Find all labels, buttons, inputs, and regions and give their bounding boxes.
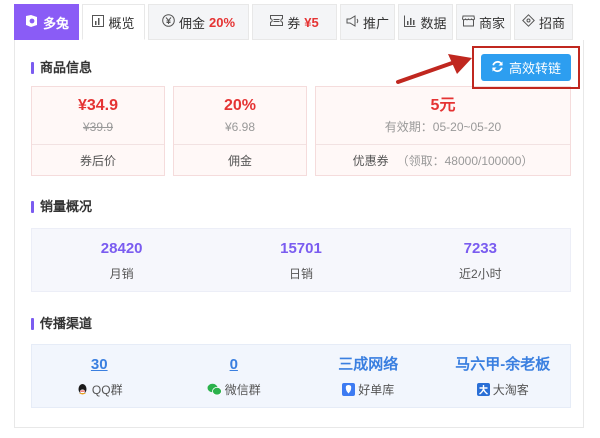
section-title-channels: 传播渠道 — [31, 316, 92, 332]
section-title-product: 商品信息 — [31, 60, 92, 76]
tab-label: 商家 — [478, 15, 505, 31]
tab-label: 概览 — [108, 15, 135, 31]
tag-icon — [522, 14, 535, 30]
commission-amount: ¥6.98 — [224, 119, 256, 134]
original-price: ¥39.9 — [82, 119, 114, 134]
tab-brand[interactable]: 多兔 — [14, 4, 79, 40]
overview-panel: 商品信息 ¥34.9 ¥39.9 券后价 20% ¥6.98 佣金 5元 有效期… — [14, 40, 584, 428]
top-tab-bar: 多兔 概览 佣金 20% 券 ¥5 推广 数据 商家 招商 — [14, 4, 584, 40]
tab-label: 推广 — [362, 15, 389, 31]
coupon-label: 优惠券 — [352, 153, 389, 168]
sales-stats: 28420 月销 15701 日销 7233 近2小时 — [31, 228, 571, 292]
tab-label: 数据 — [420, 15, 447, 31]
chart-icon — [92, 14, 105, 30]
tab-label: 多兔 — [42, 15, 69, 31]
tab-label: 券 — [287, 15, 301, 31]
bar-chart-icon — [404, 15, 416, 30]
commission-label: 佣金 — [174, 144, 306, 175]
coupon-footer: 优惠券 （领取：48000/100000） — [316, 144, 570, 175]
tab-coupon[interactable]: 券 ¥5 — [252, 4, 337, 40]
tab-overview[interactable]: 概览 — [82, 4, 145, 40]
wechat-icon — [207, 383, 222, 396]
coupon-highlight: ¥5 — [304, 14, 319, 30]
stat-monthly-sales: 28420 月销 — [32, 229, 211, 291]
coupon-card: 5元 有效期：05-20~05-20 优惠券 （领取：48000/100000） — [315, 86, 571, 176]
stat-label: 近2小时 — [458, 266, 502, 281]
dataoke-source: 马六甲-余老板 — [455, 355, 551, 373]
stat-2h-sales: 7233 近2小时 — [391, 229, 570, 291]
megaphone-icon — [346, 14, 359, 30]
channel-label: 大淘客 — [492, 382, 529, 397]
price-card: ¥34.9 ¥39.9 券后价 — [31, 86, 165, 176]
section-title-sales: 销量概况 — [31, 199, 92, 215]
price-label: 券后价 — [32, 144, 164, 175]
stat-value: 15701 — [280, 239, 322, 257]
channel-dataoke: 马六甲-余老板 大淘客 — [436, 345, 571, 407]
coupon-claimed: （领取：48000/100000） — [396, 153, 534, 168]
coupon-price: ¥34.9 — [77, 96, 119, 114]
stat-label: 月销 — [109, 266, 134, 281]
dataoke-icon — [476, 382, 490, 396]
tab-promote[interactable]: 推广 — [340, 4, 395, 40]
tab-commission[interactable]: 佣金 20% — [148, 4, 249, 40]
duotu-logo-icon — [24, 14, 39, 31]
haodanku-source: 三成网络 — [338, 355, 399, 373]
convert-button-label: 高效转链 — [508, 61, 561, 76]
stat-value: 28420 — [100, 239, 143, 257]
tab-label: 佣金 — [178, 15, 205, 31]
stat-daily-sales: 15701 日销 — [211, 229, 390, 291]
channel-label: QQ群 — [91, 382, 123, 397]
channel-haodanku: 三成网络 好单库 — [301, 345, 436, 407]
tab-label: 招商 — [538, 15, 565, 31]
wechat-group-count-link[interactable]: 0 — [230, 355, 238, 375]
coupon-validity: 有效期：05-20~05-20 — [384, 119, 502, 134]
qq-icon — [76, 383, 89, 396]
product-info-cards: ¥34.9 ¥39.9 券后价 20% ¥6.98 佣金 5元 有效期：05-2… — [31, 86, 571, 176]
tab-merchant[interactable]: 商家 — [456, 4, 511, 40]
commission-highlight: 20% — [208, 14, 236, 30]
qq-group-count-link[interactable]: 30 — [91, 355, 108, 375]
yen-icon — [162, 14, 175, 30]
channel-qq: 30 QQ群 — [32, 345, 167, 407]
commission-rate: 20% — [223, 96, 257, 114]
channel-label: 好单库 — [358, 382, 395, 397]
convert-link-button[interactable]: 高效转链 — [481, 54, 571, 81]
channel-stats: 30 QQ群 0 微信群 三成网络 好单库 马六甲-余老板 大淘客 — [31, 344, 571, 408]
coupon-value: 5元 — [430, 96, 456, 114]
channel-wechat: 0 微信群 — [167, 345, 302, 407]
channel-label: 微信群 — [224, 382, 261, 397]
annotation-arrow — [396, 54, 472, 84]
refresh-icon — [491, 60, 504, 76]
stat-value: 7233 — [463, 239, 497, 257]
commission-card: 20% ¥6.98 佣金 — [173, 86, 307, 176]
tab-data[interactable]: 数据 — [398, 4, 453, 40]
haodanku-icon — [342, 382, 356, 396]
ticket-icon — [270, 15, 284, 29]
shop-icon — [461, 15, 476, 30]
tab-recruit[interactable]: 招商 — [514, 4, 573, 40]
stat-label: 日销 — [288, 266, 313, 281]
